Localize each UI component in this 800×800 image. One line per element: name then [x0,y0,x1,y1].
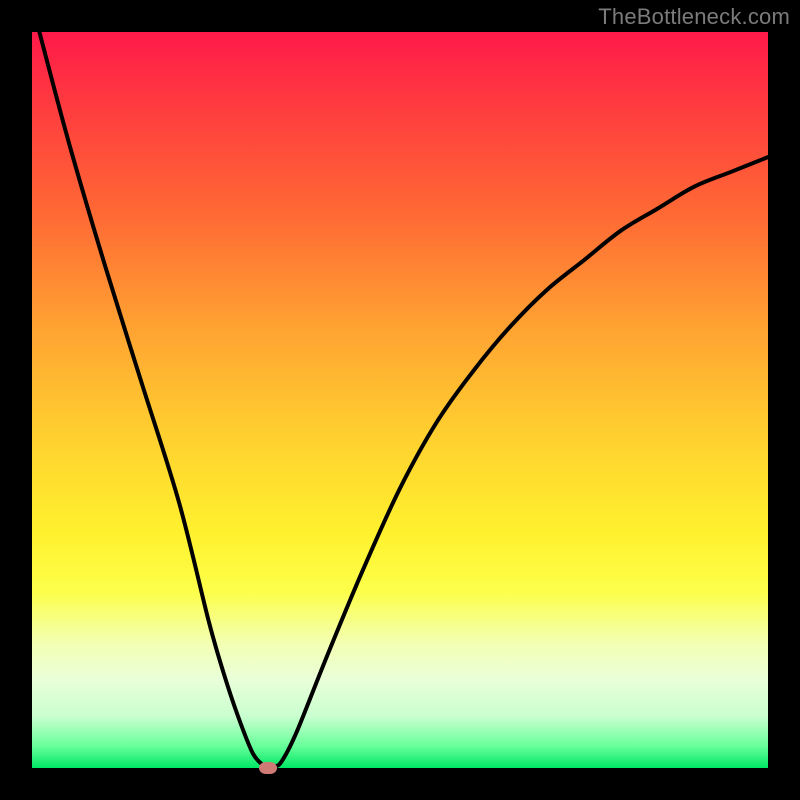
minimum-marker [259,762,277,774]
curve-svg [32,32,768,768]
watermark-text: TheBottleneck.com [598,4,790,30]
chart-frame: TheBottleneck.com [0,0,800,800]
plot-area [32,32,768,768]
bottleneck-curve-path [39,32,768,768]
